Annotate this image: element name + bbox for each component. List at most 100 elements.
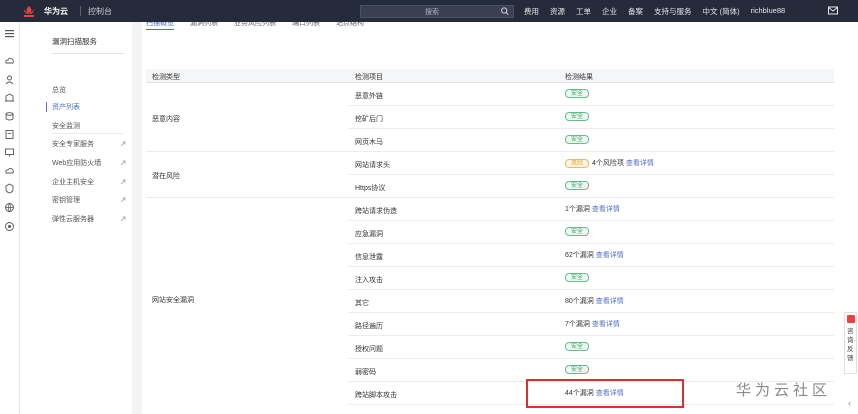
sidebar-item-expert-service[interactable]: 安全专家服务	[52, 139, 94, 149]
divider	[80, 6, 81, 16]
type-label: 恶意内容	[152, 116, 180, 123]
search-input[interactable]: 搜索	[360, 5, 514, 18]
console-link[interactable]: 控制台	[88, 6, 112, 17]
type-label: 网站安全漏洞	[152, 297, 194, 304]
table-row: 授权问题 安全	[349, 336, 834, 359]
menu-icon[interactable]	[4, 28, 15, 39]
result-text: 62个漏洞	[565, 252, 594, 259]
tab-scan-overview[interactable]: 扫描概览	[146, 22, 174, 30]
check-item: 其它	[355, 300, 369, 307]
tab-ports[interactable]: 端口列表	[292, 22, 320, 30]
huawei-logo-icon[interactable]	[22, 4, 36, 18]
sidebar-item-ecs[interactable]: 弹性云服务器	[52, 214, 94, 224]
top-bar: 华为云 控制台 搜索 费用 资源 工单 企业 备案 支持与服务 中文 (简体) …	[0, 0, 858, 22]
status-badge: 安全	[565, 112, 590, 121]
tab-site-structure[interactable]: 站点结构	[336, 22, 364, 30]
feedback-icon	[847, 315, 855, 323]
check-item: 信息泄露	[355, 254, 383, 261]
external-link-icon	[120, 216, 126, 222]
risk-badge: 风险	[565, 158, 590, 168]
external-link-icon	[120, 179, 126, 185]
table-row: Https协议 安全	[349, 175, 834, 198]
mail-icon[interactable]	[828, 6, 838, 15]
view-details-link[interactable]: 查看详情	[592, 204, 620, 214]
check-item: 恶意外链	[355, 93, 383, 100]
search-placeholder: 搜索	[425, 9, 439, 16]
target-icon[interactable]	[4, 221, 15, 232]
external-link-icon	[120, 160, 126, 166]
status-badge: 安全	[565, 135, 590, 144]
active-indicator	[46, 102, 47, 112]
sidebar-gutter	[132, 22, 142, 414]
divider	[52, 133, 124, 134]
check-item: 跨站请求伪造	[355, 208, 397, 215]
table-row: 应急漏洞 安全	[349, 221, 834, 244]
sidebar-item-assets[interactable]: 资产列表	[52, 102, 80, 112]
column-header-type: 检测类型	[152, 74, 180, 81]
cloud-upload-icon[interactable]	[4, 165, 15, 176]
nav-language[interactable]: 中文 (简体)	[703, 6, 740, 17]
status-badge: 安全	[565, 89, 590, 98]
table-row: 网页木马 安全	[349, 129, 834, 152]
tab-vulnerabilities[interactable]: 漏洞列表	[190, 22, 218, 30]
table-row: 其它 80个漏洞 查看详情	[349, 290, 834, 313]
brand-name[interactable]: 华为云	[44, 6, 68, 17]
column-header-result: 检测结果	[565, 74, 593, 81]
nav-enterprise[interactable]: 企业	[602, 6, 617, 17]
view-details-link[interactable]: 查看详情	[592, 319, 620, 329]
table-row: 路径遍历 7个漏洞 查看详情	[349, 313, 834, 336]
nav-username[interactable]: richblue88	[751, 6, 786, 17]
feedback-button[interactable]: 咨询·反馈	[844, 312, 857, 374]
icon-rail	[0, 22, 20, 414]
external-link-icon	[120, 197, 126, 203]
tab-business-risks[interactable]: 业务风险列表	[234, 22, 276, 30]
check-item: 注入攻击	[355, 277, 383, 284]
building-icon[interactable]	[4, 92, 15, 103]
watermark: 华为云社区	[736, 381, 832, 399]
view-details-link[interactable]: 查看详情	[626, 158, 654, 168]
table-row: 跨站请求伪造 1个漏洞 查看详情	[349, 198, 834, 221]
nav-filing[interactable]: 备案	[628, 6, 643, 17]
database-icon[interactable]	[4, 111, 15, 122]
divider	[52, 53, 124, 54]
type-group: 潜在风险	[146, 152, 349, 198]
table-header: 检测类型 检测项目 检测结果	[146, 69, 834, 83]
sidebar-item-host-security[interactable]: 企业主机安全	[52, 177, 94, 187]
search-icon[interactable]	[500, 6, 510, 16]
nav-support[interactable]: 支持与服务	[654, 6, 692, 17]
table-row: 信息泄露 62个漏洞 查看详情	[349, 244, 834, 267]
shield-icon[interactable]	[4, 183, 15, 194]
check-item: 网站请求头	[355, 162, 390, 169]
result-text: 80个漏洞	[565, 298, 594, 305]
check-item: Https协议	[355, 185, 386, 192]
user-icon[interactable]	[4, 74, 15, 85]
sidebar-item-monitoring[interactable]: 安全监测	[52, 121, 80, 131]
status-badge: 安全	[565, 365, 590, 374]
check-item: 挖矿后门	[355, 116, 383, 123]
highlight-box	[526, 379, 684, 408]
nav-billing[interactable]: 费用	[524, 6, 539, 17]
globe-icon[interactable]	[4, 202, 15, 213]
sidebar-title: 漏洞扫描服务	[52, 37, 97, 46]
document-icon[interactable]	[4, 129, 15, 140]
nav-resources[interactable]: 资源	[550, 6, 565, 17]
nav-tickets[interactable]: 工单	[576, 6, 591, 17]
monitor-icon[interactable]	[4, 147, 15, 158]
status-badge: 安全	[565, 181, 590, 190]
type-label: 潜在风险	[152, 173, 180, 180]
check-item: 路径遍历	[355, 323, 383, 330]
result-text: 1个漏洞	[565, 206, 590, 213]
chevron-left-icon[interactable]: ‹	[848, 398, 851, 408]
table-row: 注入攻击 安全	[349, 267, 834, 290]
sidebar-item-waf[interactable]: Web应用防火墙	[52, 158, 101, 168]
sidebar-item-key-management[interactable]: 密钥管理	[52, 195, 80, 205]
view-details-link[interactable]: 查看详情	[596, 296, 624, 306]
sidebar-item-overview[interactable]: 总览	[52, 85, 66, 95]
view-details-link[interactable]: 查看详情	[596, 250, 624, 260]
result-text: 4个风险项	[592, 160, 624, 167]
status-badge: 安全	[565, 227, 590, 236]
tab-bar: 扫描概览 漏洞列表 业务风险列表 端口列表 站点结构	[146, 22, 380, 30]
cloud-icon[interactable]	[4, 55, 15, 66]
sidebar: 漏洞扫描服务 总览 资产列表 安全监测 安全专家服务 Web应用防火墙 企业主机…	[44, 22, 132, 414]
type-group: 网站安全漏洞	[146, 198, 349, 408]
